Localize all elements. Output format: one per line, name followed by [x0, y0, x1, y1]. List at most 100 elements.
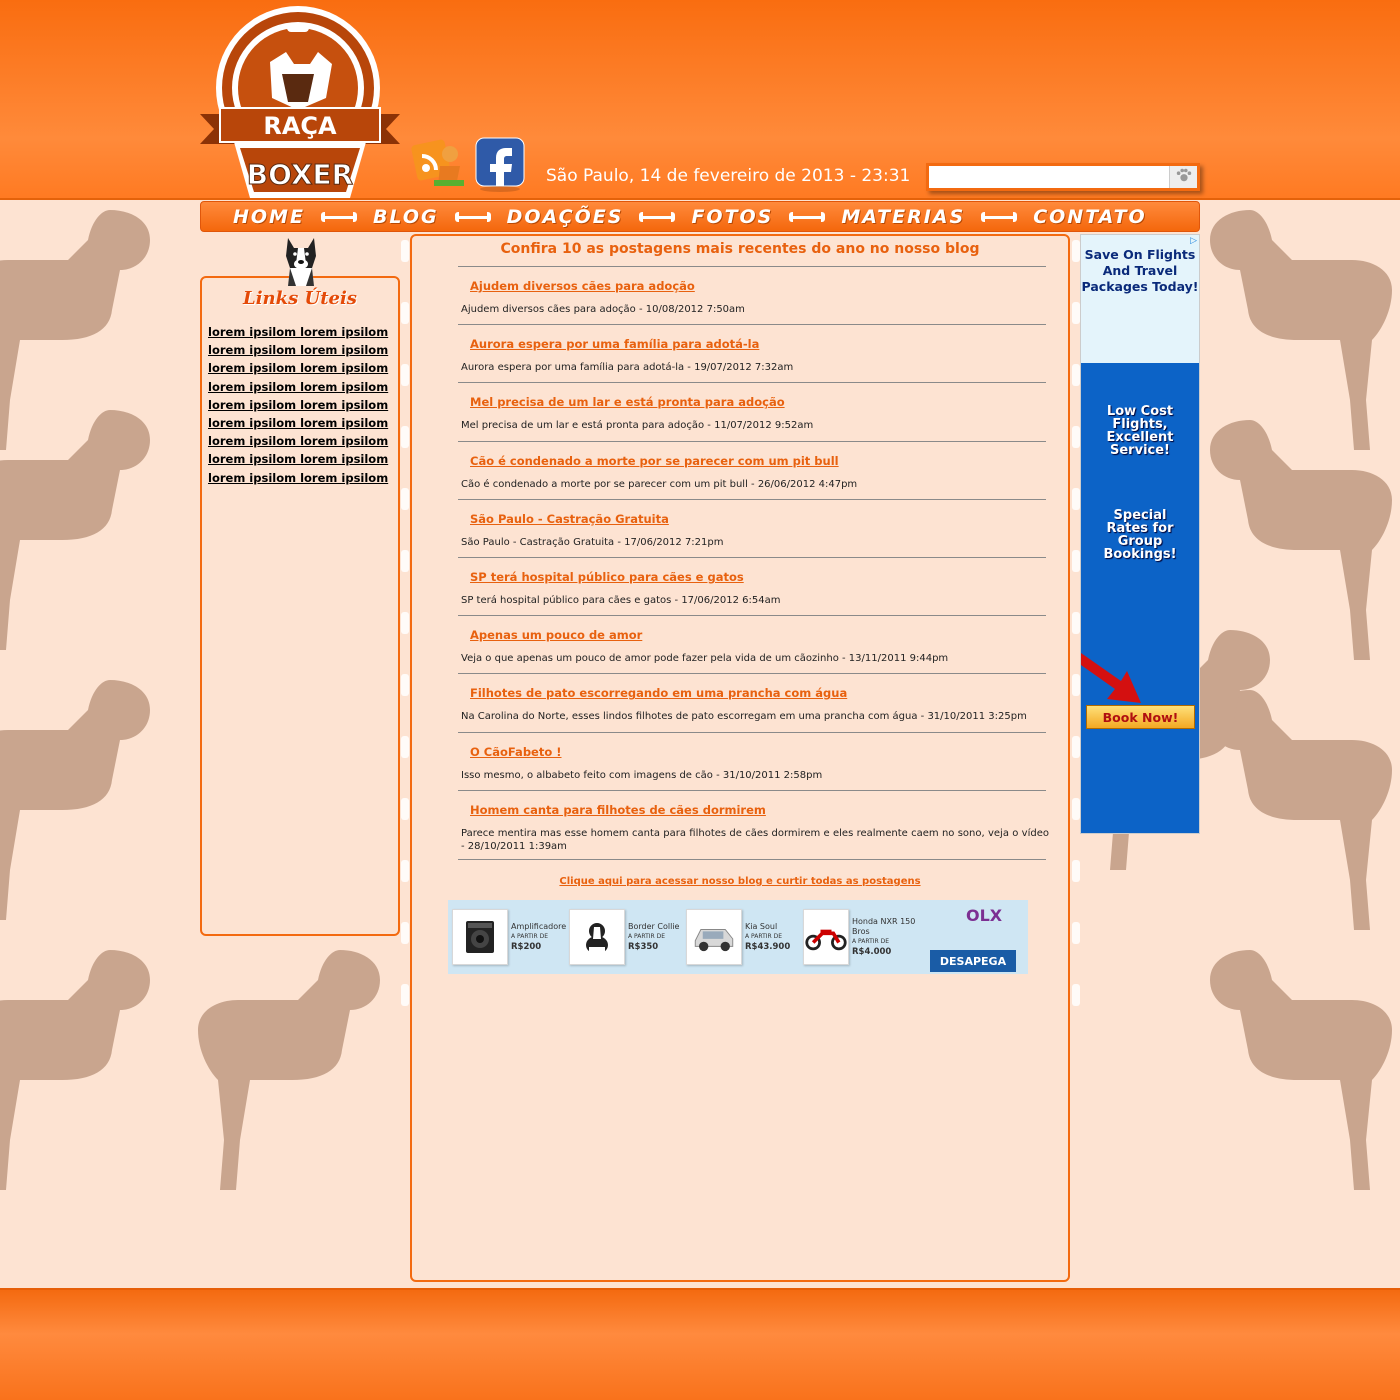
bone-separator-icon: [981, 211, 1018, 222]
dog-silhouette: [1200, 940, 1400, 1200]
post-description: SP terá hospital público para cães e gat…: [461, 594, 781, 606]
useful-link[interactable]: lorem ipsilom lorem ipsilom: [208, 378, 398, 396]
book-now-button[interactable]: Book Now!: [1086, 705, 1195, 729]
useful-links-list: lorem ipsilom lorem ipsilom lorem ipsilo…: [202, 323, 398, 487]
post-description: Parece mentira mas esse homem canta para…: [461, 827, 1049, 852]
useful-link[interactable]: lorem ipsilom lorem ipsilom: [208, 450, 398, 468]
search-button[interactable]: [1169, 166, 1197, 188]
ad-headline-line: Packages Today!: [1081, 279, 1199, 294]
ad-text-block: Low Cost Flights, Excellent Service!: [1081, 405, 1199, 457]
post-description: Na Carolina do Norte, esses lindos filho…: [461, 711, 1027, 723]
facebook-icon[interactable]: [474, 136, 526, 192]
olx-item[interactable]: Border Collie A PARTIR DE R$350: [569, 909, 686, 965]
nav-home[interactable]: HOME: [233, 206, 305, 228]
useful-link[interactable]: lorem ipsilom lorem ipsilom: [208, 432, 398, 450]
dog-silhouette: [190, 940, 390, 1200]
post-description: São Paulo - Castração Gratuita - 17/06/2…: [461, 536, 724, 548]
paw-icon: [1175, 166, 1193, 188]
useful-link[interactable]: lorem ipsilom lorem ipsilom: [208, 323, 398, 341]
dog-silhouette: [0, 400, 160, 660]
flight-ad-banner[interactable]: ▷ Save On Flights And Travel Packages To…: [1080, 234, 1200, 834]
useful-links-title: Links Úteis: [243, 288, 357, 309]
list-item: Cão é condenado a morte por se parecer c…: [458, 440, 1046, 499]
olx-item-price: R$350: [628, 942, 659, 952]
page-title: Confira 10 as postagens mais recentes do…: [500, 241, 980, 257]
ad-text-block: Special Rates for Group Bookings!: [1081, 509, 1199, 561]
olx-item-price: R$4.000: [852, 947, 892, 957]
post-title-link[interactable]: SP terá hospital público para cães e gat…: [470, 570, 744, 584]
olx-logo-text: OLX: [966, 906, 1003, 925]
nav-contato[interactable]: CONTATO: [1033, 206, 1146, 228]
olx-item-name: Kia Soul: [745, 922, 778, 931]
olx-item[interactable]: Kia Soul A PARTIR DE R$43.900: [686, 909, 803, 965]
ad-choices-icon[interactable]: ▷: [1190, 236, 1197, 246]
post-list: Ajudem diversos cães para adoção Ajudem …: [458, 266, 1049, 860]
list-item: Aurora espera por uma família para adotá…: [458, 324, 1046, 382]
useful-link[interactable]: lorem ipsilom lorem ipsilom: [208, 414, 398, 432]
list-item: Apenas um pouco de amor Veja o que apena…: [458, 615, 1046, 673]
post-title-link[interactable]: Mel precisa de um lar e está pronta para…: [470, 395, 785, 409]
post-title-link[interactable]: São Paulo - Castração Gratuita: [470, 512, 669, 526]
olx-item-from: A PARTIR DE: [745, 933, 783, 940]
useful-link[interactable]: lorem ipsilom lorem ipsilom: [208, 359, 398, 377]
useful-link[interactable]: lorem ipsilom lorem ipsilom: [208, 469, 398, 487]
useful-links-panel: Links Úteis lorem ipsilom lorem ipsilom …: [200, 276, 400, 936]
bone-separator-icon: [454, 211, 491, 222]
site-logo[interactable]: RAÇA BOXER: [198, 2, 402, 200]
post-title-link[interactable]: Filhotes de pato escorregando em uma pra…: [470, 686, 847, 700]
bone-separator-icon: [639, 211, 676, 222]
header: RAÇA BOXER São Paulo, 14 de fevereiro de…: [0, 0, 1400, 200]
post-title-link[interactable]: Ajudem diversos cães para adoção: [470, 279, 695, 293]
rss-icon[interactable]: [410, 132, 466, 190]
olx-item-from: A PARTIR DE: [852, 938, 890, 945]
olx-item-name: Amplificadore: [511, 922, 567, 931]
dog-silhouette: [0, 670, 160, 930]
post-title-link[interactable]: Apenas um pouco de amor: [470, 628, 642, 642]
current-date: São Paulo, 14 de fevereiro de 2013 - 23:…: [546, 166, 911, 186]
olx-item[interactable]: Amplificadore A PARTIR DE R$200: [452, 909, 569, 965]
nav-materias[interactable]: MATERIAS: [841, 206, 965, 228]
list-item: SP terá hospital público para cães e gat…: [458, 556, 1046, 615]
olx-item-price: R$43.900: [745, 942, 791, 952]
olx-tagline: DESAPEGA: [930, 950, 1016, 972]
all-posts-link[interactable]: Clique aqui para acessar nosso blog e cu…: [412, 876, 1068, 887]
olx-item[interactable]: Honda NXR 150 Bros A PARTIR DE R$4.000: [803, 909, 920, 965]
olx-item-from: A PARTIR DE: [511, 933, 549, 940]
logo-text-raca: RAÇA: [263, 112, 337, 140]
dog-icon: [569, 909, 625, 965]
ad-headline-line: Save On Flights: [1084, 247, 1196, 262]
olx-banner-ad[interactable]: Amplificadore A PARTIR DE R$200 Border C…: [448, 900, 1028, 974]
car-icon: [686, 909, 742, 965]
post-description: Ajudem diversos cães para adoção - 10/08…: [461, 304, 745, 315]
ad-text-line: Bookings!: [1103, 547, 1177, 562]
post-title-link[interactable]: Aurora espera por uma família para adotá…: [470, 337, 759, 351]
list-item: Homem canta para filhotes de cães dormir…: [458, 789, 1049, 860]
boxer-mascot-icon: [282, 234, 320, 286]
search-input[interactable]: [931, 167, 1169, 187]
olx-logo: OLX DESAPEGA: [930, 902, 1016, 972]
bone-separator-icon: [320, 211, 357, 222]
motorcycle-icon: [803, 909, 849, 965]
logo-text-boxer: BOXER: [247, 158, 353, 191]
ad-headline: Save On Flights And Travel Packages Toda…: [1081, 235, 1199, 363]
list-item: São Paulo - Castração Gratuita São Paulo…: [458, 498, 1046, 557]
nav-fotos[interactable]: FOTOS: [691, 206, 773, 228]
arrow-icon: [1081, 653, 1141, 703]
nav-doacoes[interactable]: DOAÇÕES: [507, 206, 624, 228]
post-title-link[interactable]: Homem canta para filhotes de cães dormir…: [470, 803, 766, 817]
useful-link[interactable]: lorem ipsilom lorem ipsilom: [208, 396, 398, 414]
post-title-link[interactable]: Cão é condenado a morte por se parecer c…: [470, 454, 839, 468]
post-title-link[interactable]: O CãoFabeto !: [470, 745, 562, 759]
olx-item-name: Border Collie: [628, 922, 680, 931]
search-box: [926, 163, 1200, 191]
post-description: Mel precisa de um lar e está pronta para…: [461, 420, 814, 432]
dog-silhouette: [0, 940, 160, 1200]
nav-blog[interactable]: BLOG: [373, 206, 439, 228]
ad-text-line: Service!: [1110, 443, 1170, 458]
bone-separator-icon: [789, 211, 826, 222]
useful-link[interactable]: lorem ipsilom lorem ipsilom: [208, 341, 398, 359]
list-item: O CãoFabeto ! Isso mesmo, o albabeto fei…: [458, 731, 1046, 790]
post-description: Veja o que apenas um pouco de amor pode …: [461, 653, 949, 665]
olx-item-name: Honda NXR 150 Bros: [852, 917, 916, 936]
list-item: Ajudem diversos cães para adoção Ajudem …: [458, 266, 1046, 324]
